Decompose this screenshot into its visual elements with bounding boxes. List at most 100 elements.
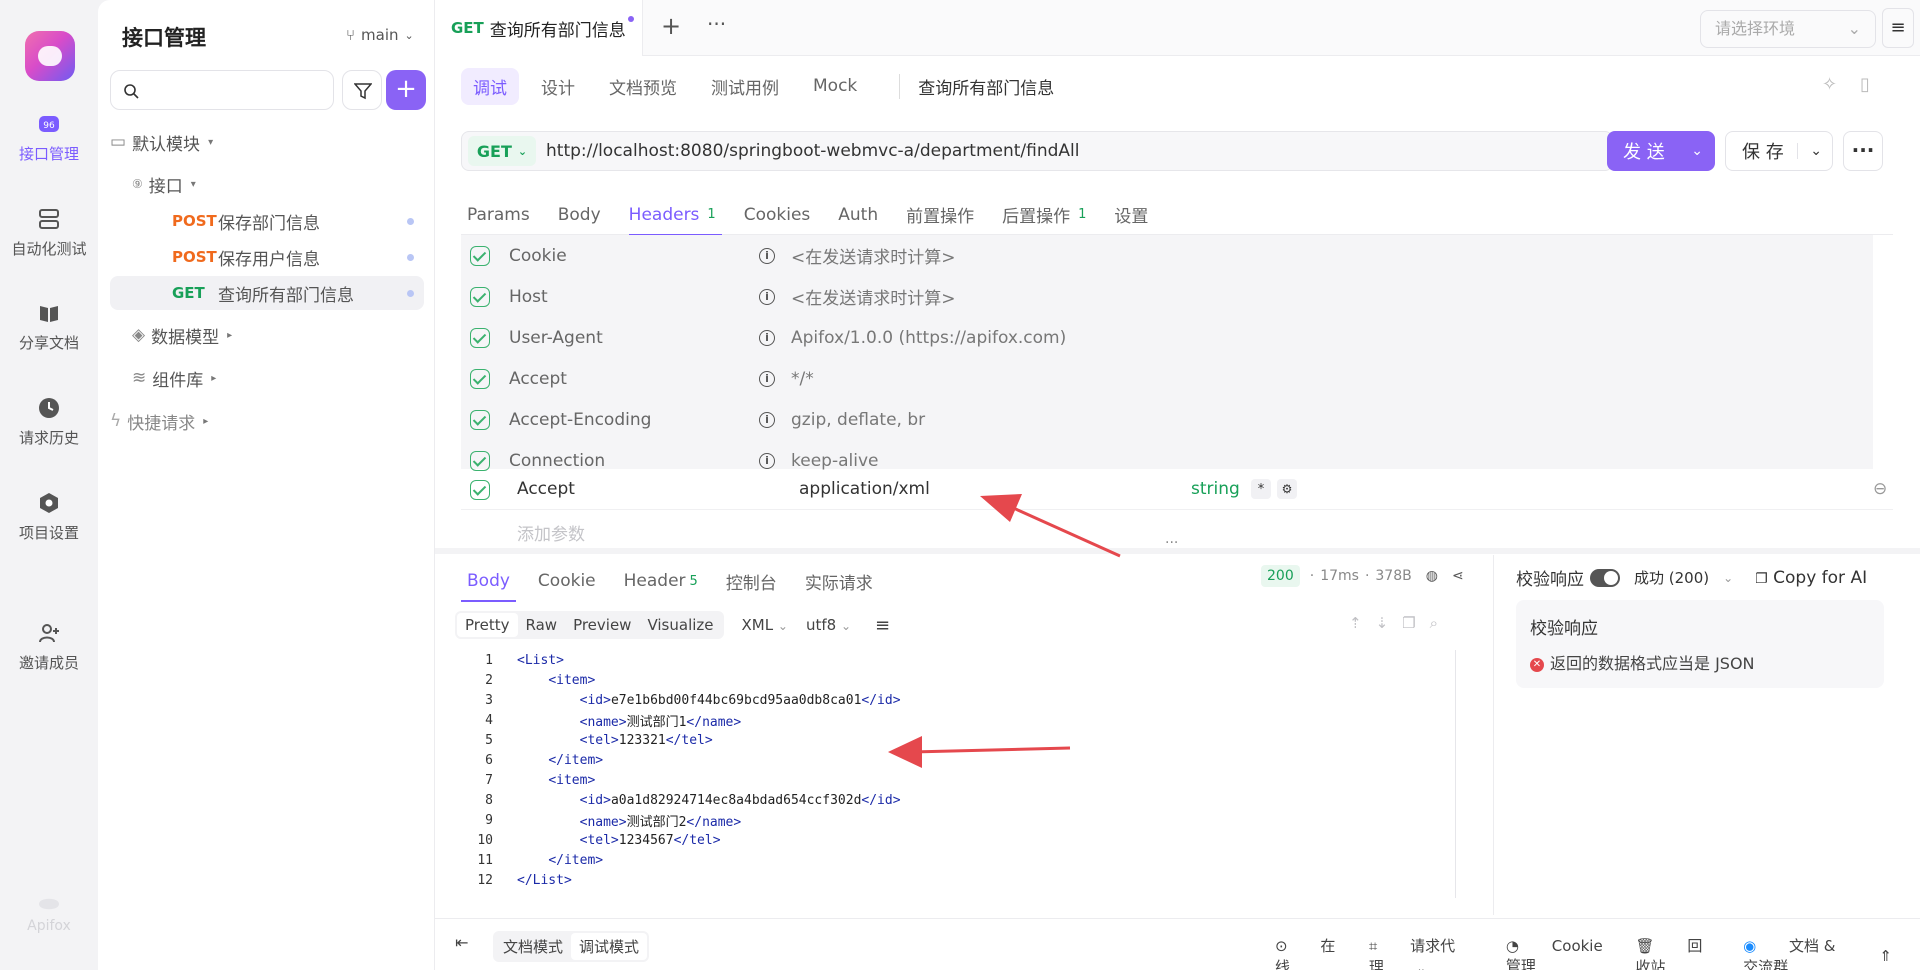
line-number: 12 (477, 872, 493, 888)
proxy-select[interactable]: ⌗ 请求代理 ⌄ (1369, 935, 1478, 970)
type-label[interactable]: string (1191, 479, 1240, 499)
subtab-doc-preview[interactable]: 文档预览 (597, 68, 689, 105)
tree-default-module[interactable]: ▭ 默认模块 ▾ (110, 125, 424, 159)
search-icon[interactable]: ⌕ (1430, 614, 1438, 632)
encoding-select[interactable]: utf8 ⌄ (806, 616, 851, 634)
tab-active-request[interactable]: GET 查询所有部门信息 (435, 0, 643, 56)
recycle-bin-button[interactable]: 🗑 回收站 (1636, 935, 1716, 970)
info-icon[interactable]: i (759, 370, 775, 387)
doc-mode-button[interactable]: 文档模式 (495, 933, 571, 960)
checkbox[interactable] (470, 368, 490, 389)
panel-toggle-icon[interactable]: ▯ (1860, 74, 1870, 95)
info-icon[interactable]: i (759, 288, 775, 305)
tree-components[interactable]: ≋ 组件库 ▸ (110, 361, 424, 395)
globe-icon[interactable]: ◍ (1426, 568, 1438, 584)
resp-tab-body[interactable]: Body (461, 560, 516, 602)
tree-data-model[interactable]: ◈ 数据模型 ▸ (110, 318, 424, 352)
info-icon[interactable]: i (759, 247, 775, 264)
resp-tab-actual-request[interactable]: 实际请求 (805, 560, 873, 602)
rail-item-docs[interactable]: 分享文档 (0, 302, 98, 353)
rail-item-settings[interactable]: 项目设置 (0, 492, 98, 543)
tab-post-processors[interactable]: 后置操作 1 (1002, 195, 1086, 235)
new-tab-button[interactable]: + (661, 12, 681, 40)
search-input[interactable] (110, 70, 334, 110)
download-icon[interactable]: ⇣ (1376, 614, 1389, 632)
tree-api-item-selected[interactable]: GET 查询所有部门信息 (110, 276, 424, 310)
validation-status-select[interactable]: 成功 (200) (1634, 567, 1709, 588)
required-toggle[interactable]: * (1251, 479, 1271, 499)
add-button[interactable]: + (386, 70, 426, 110)
save-button[interactable]: 保 存 ⌄ (1725, 131, 1833, 171)
resp-tab-cookie[interactable]: Cookie (538, 560, 596, 602)
checkbox[interactable] (470, 245, 490, 266)
resp-tab-header[interactable]: Header 5 (624, 560, 698, 602)
online-status[interactable]: ⊙ 在线 (1275, 935, 1341, 970)
view-pretty[interactable]: Pretty (457, 613, 518, 637)
info-icon[interactable]: i (759, 329, 775, 346)
tab-auth[interactable]: Auth (838, 195, 878, 235)
add-param-input[interactable]: 添加参数 (517, 520, 585, 545)
info-icon[interactable]: i (759, 411, 775, 428)
tree-api-item[interactable]: POST 保存用户信息 (110, 240, 424, 274)
view-visualize[interactable]: Visualize (639, 613, 721, 637)
upgrade-icon[interactable]: ⇑ (1879, 947, 1892, 965)
rail-item-api[interactable]: 96 接口管理 (0, 113, 98, 164)
checkbox[interactable] (470, 450, 490, 471)
collapse-sidebar-icon[interactable]: ⇤ (455, 933, 468, 952)
copy-ai-button[interactable]: ❐ Copy for AI (1755, 568, 1867, 588)
tree-api-item[interactable]: POST 保存部门信息 (110, 204, 424, 238)
tab-body[interactable]: Body (558, 195, 601, 235)
chevron-down-icon[interactable]: ⌄ (1797, 143, 1822, 159)
rail-item-history[interactable]: 请求历史 (0, 397, 98, 448)
tab-more-button[interactable]: ··· (707, 12, 726, 36)
cookie-management-button[interactable]: ◔ Cookie 管理 (1506, 937, 1608, 970)
filter-button[interactable] (342, 70, 382, 110)
menu-button[interactable]: ≡ (1882, 8, 1914, 48)
tree-api-folder[interactable]: ⑨ 接口 ▾ (110, 167, 424, 201)
tab-headers[interactable]: Headers 1 (628, 195, 722, 236)
validation-toggle[interactable] (1590, 568, 1620, 587)
panel-splitter[interactable] (435, 548, 1920, 554)
header-value-input[interactable]: application/xml (799, 479, 930, 499)
header-name-input[interactable]: Accept (517, 479, 575, 499)
app-logo[interactable] (25, 31, 75, 81)
checkbox[interactable] (470, 286, 490, 307)
method-select[interactable]: GET ⌄ (468, 136, 536, 166)
format-select[interactable]: XML ⌄ (742, 616, 788, 634)
upload-icon[interactable]: ⇡ (1349, 614, 1362, 632)
copy-icon[interactable]: ❐ (1402, 614, 1415, 632)
header-value: <在发送请求时计算> (791, 289, 956, 309)
environment-select[interactable]: 请选择环境 ⌄ (1700, 10, 1876, 48)
checkbox[interactable] (470, 409, 490, 430)
tab-cookies[interactable]: Cookies (744, 195, 811, 235)
tab-settings[interactable]: 设置 (1114, 195, 1148, 235)
resp-tab-console[interactable]: 控制台 (726, 560, 777, 602)
checkbox[interactable] (470, 480, 490, 500)
settings-toggle-icon[interactable]: ⚙ (1277, 479, 1297, 499)
checkbox[interactable] (470, 327, 490, 348)
tree-quick-request[interactable]: ϟ 快捷请求 ▸ (110, 404, 424, 438)
branch-selector[interactable]: ⑂ main ⌄ (346, 26, 414, 44)
subtab-test-cases[interactable]: 测试用例 (699, 68, 791, 105)
info-icon[interactable]: i (759, 452, 775, 469)
subtab-design[interactable]: 设计 (529, 68, 587, 105)
view-raw[interactable]: Raw (518, 613, 566, 637)
community-button[interactable]: ◉ 文档 & 交流群 (1743, 935, 1851, 970)
subtab-debug[interactable]: 调试 (461, 67, 519, 105)
more-options-button[interactable]: ··· (1843, 131, 1883, 171)
tab-params[interactable]: Params (467, 195, 530, 235)
tab-pre-processors[interactable]: 前置操作 (906, 195, 974, 235)
pin-icon[interactable]: ✧ (1822, 74, 1837, 95)
send-button[interactable]: 发 送 ⌄ (1607, 131, 1715, 171)
view-preview[interactable]: Preview (565, 613, 639, 637)
url-input[interactable]: http://localhost:8080/springboot-webmvc-… (546, 141, 1079, 161)
subtab-mock[interactable]: Mock (801, 70, 869, 102)
share-icon[interactable]: ⋖ (1452, 568, 1464, 584)
rail-item-automation[interactable]: 自动化测试 (0, 208, 98, 259)
wrap-lines-icon[interactable]: ≡ (875, 615, 890, 636)
remove-circle-icon[interactable]: ⊖ (1873, 479, 1887, 499)
response-code-view[interactable]: 1 <List> 2 <item> 3 <id>e7e1b6bd00f44bc69bc… (461, 650, 1481, 898)
rail-item-invite[interactable]: 邀请成员 (0, 622, 98, 673)
chevron-down-icon[interactable]: ⌄ (1691, 143, 1703, 159)
debug-mode-button[interactable]: 调试模式 (571, 933, 648, 960)
